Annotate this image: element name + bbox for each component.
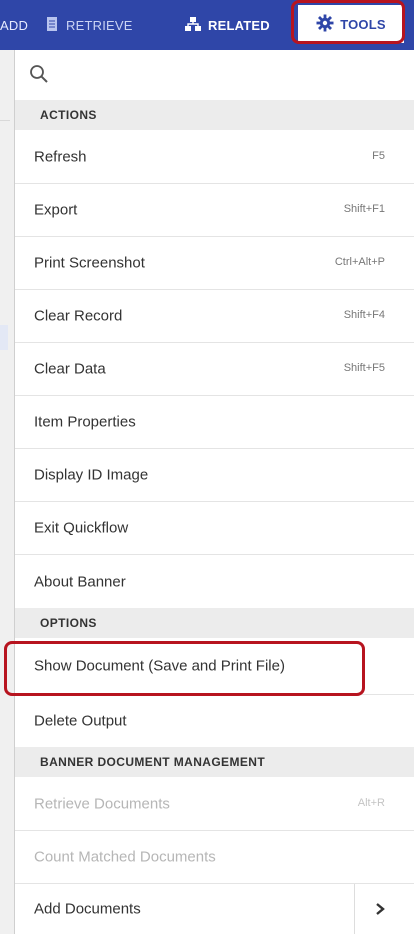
menu-item-delete-output[interactable]: Delete Output [15,695,414,747]
menu-item-count-matched-documents[interactable]: Count Matched Documents [15,831,414,884]
shortcut-label: Ctrl+Alt+P [334,255,385,268]
menu-item-label: Print Screenshot [34,254,145,272]
options-section-header: OPTIONS [15,608,414,638]
tools-menu: ACTIONS Refresh F5 Export Shift+F1 Print… [14,50,414,934]
menu-item-clear-data[interactable]: Clear Data Shift+F5 [15,343,414,396]
menu-item-label: Export [34,201,78,219]
retrieve-tab-label: RETRIEVE [66,17,133,33]
background-divider [0,120,10,121]
related-icon [184,16,202,35]
top-nav-bar: ADD RETRIEVE RELATED TOOLS [0,0,414,50]
menu-item-item-properties[interactable]: Item Properties [15,396,414,449]
menu-item-export[interactable]: Export Shift+F1 [15,184,414,237]
menu-item-exit-quickflow[interactable]: Exit Quickflow [15,502,414,555]
menu-item-clear-record[interactable]: Clear Record Shift+F4 [15,290,414,343]
menu-item-label: Count Matched Documents [34,848,216,866]
chevron-right-icon[interactable] [354,884,405,934]
menu-search[interactable] [15,50,414,98]
menu-item-label: Display ID Image [34,466,149,484]
shortcut-label: Shift+F4 [343,308,385,321]
menu-item-label: Clear Record [34,307,123,325]
menu-item-label: Item Properties [34,413,136,431]
menu-item-print-screenshot[interactable]: Print Screenshot Ctrl+Alt+P [15,237,414,290]
gear-icon [316,14,334,35]
retrieve-tab[interactable]: RETRIEVE [44,0,133,50]
background-row [0,325,8,350]
actions-section-header: ACTIONS [15,100,414,130]
menu-item-label: Retrieve Documents [34,795,170,812]
tools-tab[interactable]: TOOLS [298,5,404,43]
document-icon [44,16,60,35]
shortcut-label: Alt+R [357,796,385,809]
menu-item-about-banner[interactable]: About Banner [15,555,414,608]
add-tab[interactable]: ADD [0,0,28,50]
menu-item-label: Add Documents [34,900,141,918]
related-tab-label: RELATED [208,17,270,33]
menu-item-label: Delete Output [34,712,127,730]
menu-item-label: Refresh [34,148,87,165]
menu-item-label: Show Document (Save and Print File) [34,657,285,675]
bdm-section-header: BANNER DOCUMENT MANAGEMENT [15,747,414,777]
menu-item-retrieve-documents[interactable]: Retrieve Documents Alt+R [15,777,414,831]
background-page [0,50,14,934]
add-tab-label: ADD [0,17,29,33]
shortcut-label: Shift+F1 [343,202,385,215]
tools-tab-label: TOOLS [340,16,386,32]
menu-item-label: About Banner [34,573,126,590]
menu-item-add-documents[interactable]: Add Documents [15,884,414,934]
shortcut-label: F5 [372,149,385,162]
search-icon[interactable] [29,64,49,89]
menu-item-label: Exit Quickflow [34,519,129,537]
menu-item-display-id-image[interactable]: Display ID Image [15,449,414,502]
shortcut-label: Shift+F5 [343,361,385,374]
menu-item-refresh[interactable]: Refresh F5 [15,130,414,184]
menu-item-show-document[interactable]: Show Document (Save and Print File) [15,638,414,695]
related-tab[interactable]: RELATED [184,0,270,50]
menu-item-label: Clear Data [34,360,106,378]
